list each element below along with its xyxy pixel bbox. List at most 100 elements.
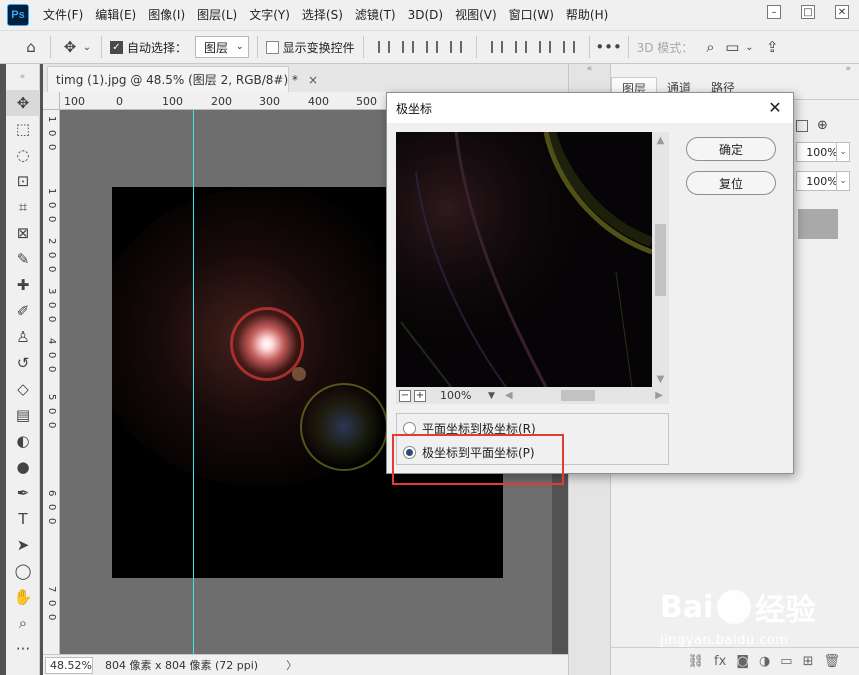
new-group-icon[interactable]: ▭ [780,654,792,669]
scroll-down-icon[interactable]: ▼ [652,371,669,387]
hand-tool-icon[interactable]: ✋ [6,584,40,610]
adjustment-layer-icon[interactable]: ◑ [759,654,770,669]
blur-tool-icon[interactable]: ◐ [6,428,40,454]
preview-image [396,132,652,387]
horizontal-scroll-thumb[interactable] [560,390,595,401]
show-transform-checkbox[interactable] [265,40,279,54]
scroll-left-icon[interactable]: ◀ [505,390,513,401]
ruler-label: 3 [46,288,57,295]
marquee-tool-icon[interactable]: ⬚ [6,116,40,142]
fx-icon[interactable]: fx [714,654,726,669]
ruler-label: 100 [64,95,85,108]
document-tab[interactable]: timg (1).jpg @ 48.5% (图层 2, RGB/8#) * × [47,66,318,92]
auto-select-checkbox[interactable]: ✓ [110,40,123,54]
close-icon[interactable]: ✕ [765,97,785,117]
crop-tool-icon[interactable]: ⌗ [6,194,40,220]
distribute-icon[interactable] [444,36,468,58]
auto-select-target-dropdown[interactable]: 图层 ⌄ [195,36,249,58]
filter-preview[interactable] [396,132,652,387]
chevron-down-icon[interactable]: ▼ [488,391,495,401]
more-options-icon[interactable]: ••• [595,36,622,58]
ruler-label: 0 [46,600,57,607]
move-tool-icon[interactable]: ✥ [59,36,81,58]
menu-view[interactable]: 视图(V) [449,0,503,30]
history-brush-tool-icon[interactable]: ↺ [6,350,40,376]
clone-stamp-tool-icon[interactable]: ♙ [6,324,40,350]
chevron-down-icon[interactable]: ⌄ [836,142,850,162]
workspace-icon[interactable]: ▭ [721,36,743,58]
gradient-tool-icon[interactable]: ▤ [6,402,40,428]
ok-button[interactable]: 确定 [686,137,776,161]
vertical-ruler[interactable]: 1 0 0 1 0 0 2 0 0 3 0 0 4 0 0 5 0 0 6 0 … [43,110,60,654]
menu-image[interactable]: 图像(I) [142,0,191,30]
chevron-right-icon[interactable]: 〉 [286,657,297,673]
menu-layer[interactable]: 图层(L) [191,0,243,30]
zoom-level-field[interactable]: 48.52% [45,656,93,674]
menu-3d[interactable]: 3D(D) [402,0,449,30]
dodge-tool-icon[interactable]: ● [6,454,40,480]
menu-type[interactable]: 文字(Y) [243,0,296,30]
new-layer-icon[interactable]: ⊞ [803,654,814,669]
close-window-button[interactable]: ✕ [825,0,859,24]
reset-button[interactable]: 复位 [686,171,776,195]
align-left-icon[interactable] [372,36,396,58]
ruler-origin[interactable] [43,92,60,110]
zoom-out-button[interactable]: − [399,389,411,402]
ruler-label: 2 [46,238,57,245]
menu-edit[interactable]: 编辑(E) [89,0,142,30]
home-icon[interactable]: ⌂ [20,36,42,58]
lasso-tool-icon[interactable]: ◌ [6,142,40,168]
eraser-tool-icon[interactable]: ◇ [6,376,40,402]
align-middle-icon[interactable] [509,36,533,58]
chevron-down-icon[interactable]: ⌄ [836,171,850,191]
expand-panels-icon[interactable]: » [611,64,859,78]
scroll-right-icon[interactable]: ▶ [655,390,663,401]
move-tool-icon[interactable]: ✥ [6,90,40,116]
zoom-in-button[interactable]: + [414,389,426,402]
zoom-tool-icon[interactable]: ⌕ [6,610,40,636]
share-icon[interactable]: ⇪ [761,36,783,58]
maximize-button[interactable]: □ [791,0,825,24]
quick-select-tool-icon[interactable]: ⊡ [6,168,40,194]
scroll-thumb[interactable] [655,224,666,296]
ellipse-tool-icon[interactable]: ◯ [6,558,40,584]
divider [101,36,102,58]
menu-filter[interactable]: 滤镜(T) [349,0,402,30]
layer-row-selected[interactable] [798,209,838,239]
vertical-guide[interactable] [193,110,194,654]
chevron-down-icon[interactable]: ⌄ [743,36,755,58]
eyedropper-tool-icon[interactable]: ✎ [6,246,40,272]
lock-pixels-icon[interactable] [796,120,808,132]
align-bottom-icon[interactable] [533,36,557,58]
document-tab-title: timg (1).jpg @ 48.5% (图层 2, RGB/8#) * [56,73,298,87]
align-right-icon[interactable] [420,36,444,58]
search-icon[interactable]: ⌕ [699,36,721,58]
healing-brush-tool-icon[interactable]: ✚ [6,272,40,298]
menu-help[interactable]: 帮助(H) [560,0,614,30]
menu-window[interactable]: 窗口(W) [503,0,560,30]
dialog-titlebar[interactable]: 极坐标 ✕ [387,93,793,123]
trash-icon[interactable]: 🗑 [823,654,840,669]
preview-vertical-scrollbar[interactable]: ▲ ▼ [652,132,669,387]
frame-tool-icon[interactable]: ⊠ [6,220,40,246]
scroll-up-icon[interactable]: ▲ [652,132,669,148]
align-top-icon[interactable] [485,36,509,58]
distribute-vertical-icon[interactable] [557,36,581,58]
lock-position-icon[interactable]: ⊕ [817,118,828,133]
collapse-toolbar-icon[interactable]: « [6,64,39,90]
add-mask-icon[interactable]: ◙ [736,654,749,669]
brush-tool-icon[interactable]: ✐ [6,298,40,324]
ruler-label: 1 [46,188,57,195]
align-center-icon[interactable] [396,36,420,58]
menu-file[interactable]: 文件(F) [37,0,89,30]
close-icon[interactable]: × [308,73,318,87]
more-tools-icon[interactable]: ··· [6,636,40,662]
pen-tool-icon[interactable]: ✒ [6,480,40,506]
type-tool-icon[interactable]: T [6,506,40,532]
minimize-button[interactable]: – [757,0,791,24]
chevron-down-icon[interactable]: ⌄ [81,36,93,58]
path-select-tool-icon[interactable]: ➤ [6,532,40,558]
menu-select[interactable]: 选择(S) [296,0,349,30]
link-layers-icon[interactable]: ⛓ [688,654,705,669]
collapse-panels-icon[interactable]: « [569,64,610,78]
